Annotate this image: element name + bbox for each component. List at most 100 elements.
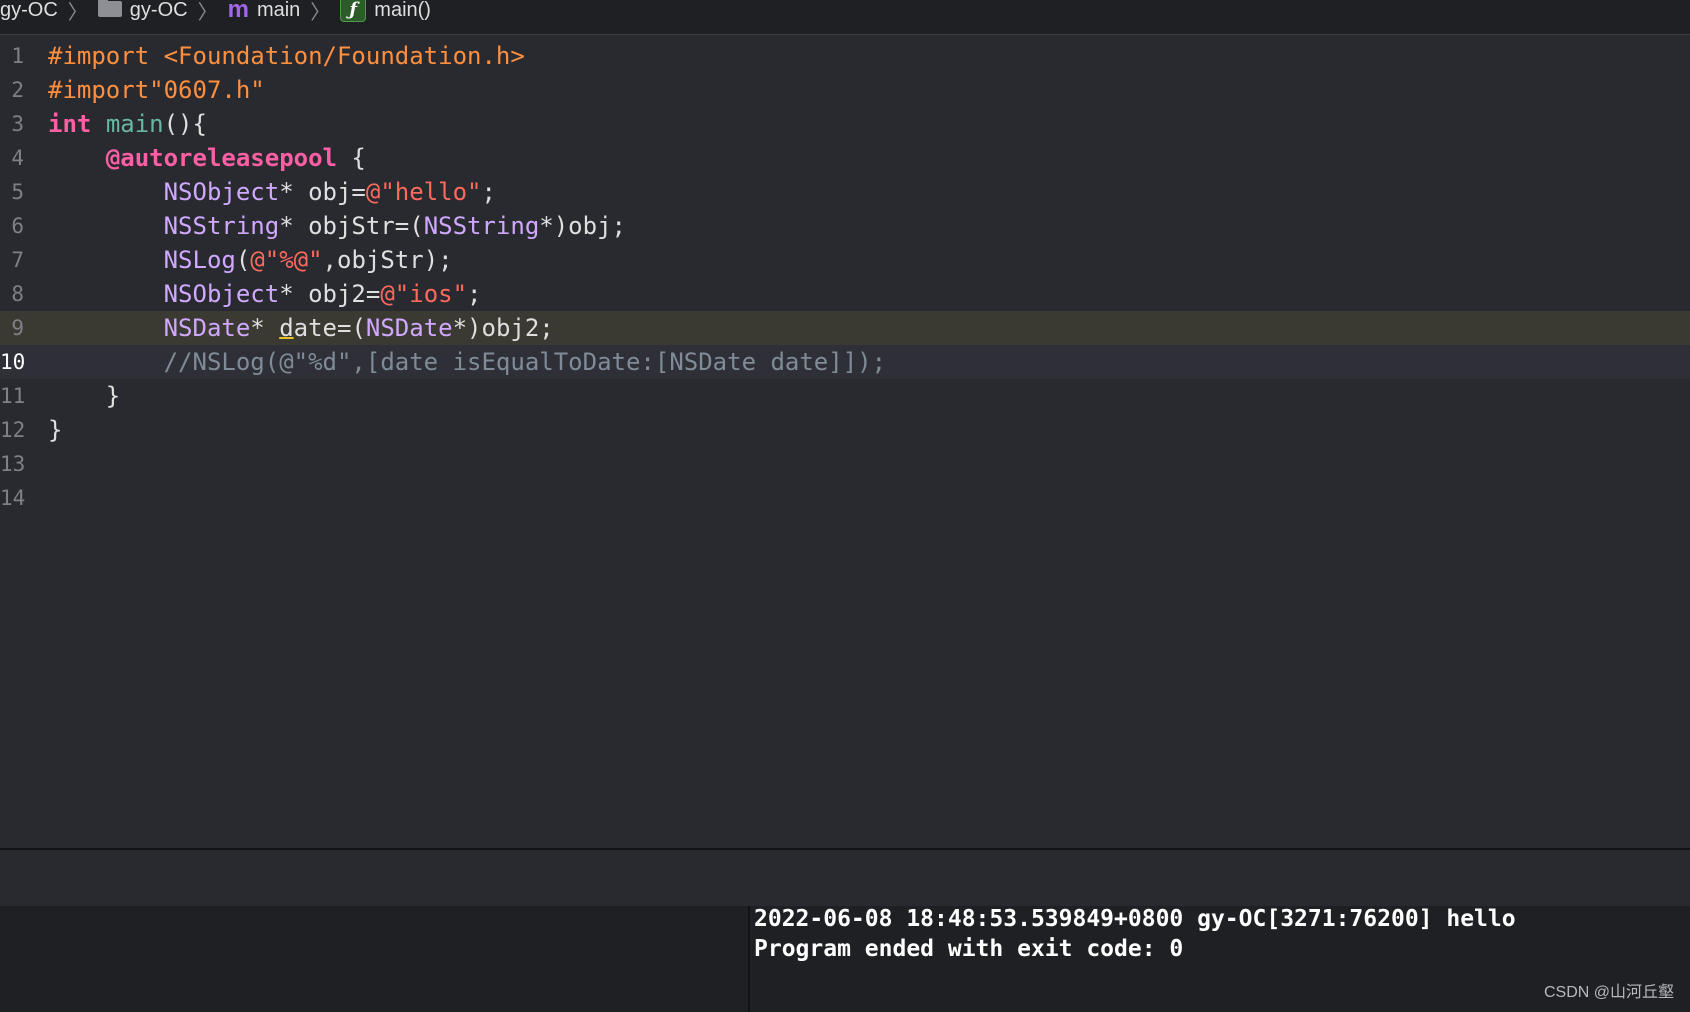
code-token: ;	[481, 178, 496, 206]
code-token: NSString	[163, 212, 280, 240]
console-output[interactable]: 2022-06-08 18:48:53.539849+0800 gy-OC[32…	[750, 906, 1690, 1012]
code-token: NSObject	[163, 280, 280, 308]
code-line[interactable]: 7 NSLog(@"%@",objStr);	[0, 243, 1690, 277]
code-line[interactable]: 12}	[0, 413, 1690, 447]
breadcrumb-function[interactable]: ƒ main()	[340, 0, 431, 22]
code-token: "0607.h"	[149, 76, 265, 104]
code-token: @"ios"	[380, 280, 468, 308]
watermark: CSDN @山河丘壑	[1543, 984, 1674, 1001]
console-line: 2022-06-08 18:48:53.539849+0800 gy-OC[32…	[754, 906, 1516, 932]
code-line[interactable]: 10 //NSLog(@"%d",[date isEqualToDate:[NS…	[0, 345, 1690, 379]
code-line[interactable]: 1 #import <Foundation/Foundation.h>	[0, 39, 1690, 73]
line-number[interactable]: 3	[0, 107, 24, 141]
code-text: //NSLog(@"%d",[date isEqualToDate:[NSDat…	[48, 345, 886, 379]
code-line[interactable]: 9 NSDate* date=(NSDate*)obj2;	[0, 311, 1690, 345]
debug-bar	[0, 848, 1690, 908]
code-token: * obj2=	[279, 280, 381, 308]
code-line[interactable]: 4 @autoreleasepool {	[0, 141, 1690, 175]
code-token: NSString	[423, 212, 540, 240]
line-number[interactable]: 13	[0, 447, 25, 481]
code-text: NSDate* date=(NSDate*)obj2;	[48, 311, 554, 345]
code-token: #import	[48, 42, 164, 70]
breadcrumb: gy-OC 〉 gy-OC 〉 m main 〉 ƒ main()	[0, 0, 1690, 35]
breadcrumb-file-label: main	[256, 0, 301, 21]
code-token: NSDate	[163, 314, 251, 342]
line-number[interactable]: 8	[0, 277, 24, 311]
xcode-window: gy-OC 〉 gy-OC 〉 m main 〉 ƒ main() 1 #impo…	[0, 0, 1690, 1012]
console-line: Program ended with exit code: 0	[754, 936, 1184, 962]
code-text: NSObject* obj=@"hello";	[48, 175, 496, 209]
code-token: d	[279, 314, 294, 342]
code-token: ate=(	[293, 314, 366, 342]
code-token: (){	[163, 110, 207, 138]
code-text: int main(){	[48, 107, 207, 141]
breadcrumb-group-label: gy-OC	[129, 0, 188, 21]
code-token: //NSLog(@"%d",[date isEqualToDate:[NSDat…	[163, 348, 887, 376]
code-editor[interactable]: 1 #import <Foundation/Foundation.h> 2 #impo…	[0, 35, 1690, 848]
code-token: NSDate	[365, 314, 453, 342]
code-line[interactable]: 6 NSString* objStr=(NSString*)obj;	[0, 209, 1690, 243]
function-icon: ƒ	[340, 0, 367, 22]
code-line[interactable]: 14	[0, 481, 1690, 515]
variables-view[interactable]	[0, 906, 750, 1012]
code-token: * objStr=(	[279, 212, 424, 240]
line-number[interactable]: 4	[0, 141, 24, 175]
code-token: * obj=	[279, 178, 366, 206]
code-text: }	[48, 413, 62, 447]
breadcrumb-separator: 〉	[67, 1, 88, 24]
line-number[interactable]: 5	[0, 175, 24, 209]
code-token: ,objStr);	[322, 246, 453, 274]
folder-icon	[97, 0, 122, 17]
code-token: #import	[48, 76, 150, 104]
code-token: NSLog	[163, 246, 236, 274]
code-line[interactable]: 5 NSObject* obj=@"hello";	[0, 175, 1690, 209]
line-number[interactable]: 12	[0, 413, 25, 447]
code-text: #import <Foundation/Foundation.h>	[48, 39, 525, 73]
line-number[interactable]: 2	[0, 73, 24, 107]
code-token: }	[48, 416, 63, 444]
code-token: <Foundation/Foundation.h>	[163, 42, 525, 70]
code-line[interactable]: 11 }	[0, 379, 1690, 413]
breadcrumb-function-label: main()	[374, 0, 431, 21]
code-token: *)obj2;	[452, 314, 554, 342]
code-token: @"hello"	[365, 178, 482, 206]
code-text: }	[48, 379, 120, 413]
line-number[interactable]: 7	[0, 243, 24, 277]
code-line[interactable]: 8 NSObject* obj2=@"ios";	[0, 277, 1690, 311]
line-number[interactable]: 14	[0, 481, 25, 515]
line-number[interactable]: 1	[0, 39, 24, 73]
code-token: main	[105, 110, 164, 138]
code-token: *)obj;	[539, 212, 626, 240]
code-line[interactable]: 3 int main(){	[0, 107, 1690, 141]
objc-file-icon: m	[227, 0, 249, 23]
code-line[interactable]: 13	[0, 447, 1690, 481]
line-number[interactable]: 11	[0, 379, 25, 413]
code-text: NSLog(@"%@",objStr);	[48, 243, 453, 277]
code-text: @autoreleasepool {	[48, 141, 366, 175]
code-token: int	[48, 110, 92, 138]
code-token: (	[235, 246, 251, 274]
code-token: ;	[467, 280, 482, 308]
code-line[interactable]: 2 #import"0607.h"	[0, 73, 1690, 107]
code-text: NSObject* obj2=@"ios";	[48, 277, 482, 311]
line-number[interactable]: 6	[0, 209, 24, 243]
breadcrumb-file[interactable]: m main	[228, 0, 301, 22]
code-text: #import"0607.h"	[48, 73, 265, 107]
code-text: NSString* objStr=(NSString*)obj;	[48, 209, 626, 243]
code-token: *	[250, 314, 280, 342]
code-token: @"%@"	[250, 246, 323, 274]
breadcrumb-project[interactable]: gy-OC	[0, 0, 58, 22]
code-token: @autoreleasepool	[105, 144, 337, 172]
line-number[interactable]: 9	[0, 311, 24, 345]
breadcrumb-group[interactable]: gy-OC	[97, 0, 188, 22]
line-number[interactable]: 10	[0, 345, 25, 379]
code-token: {	[336, 144, 366, 172]
